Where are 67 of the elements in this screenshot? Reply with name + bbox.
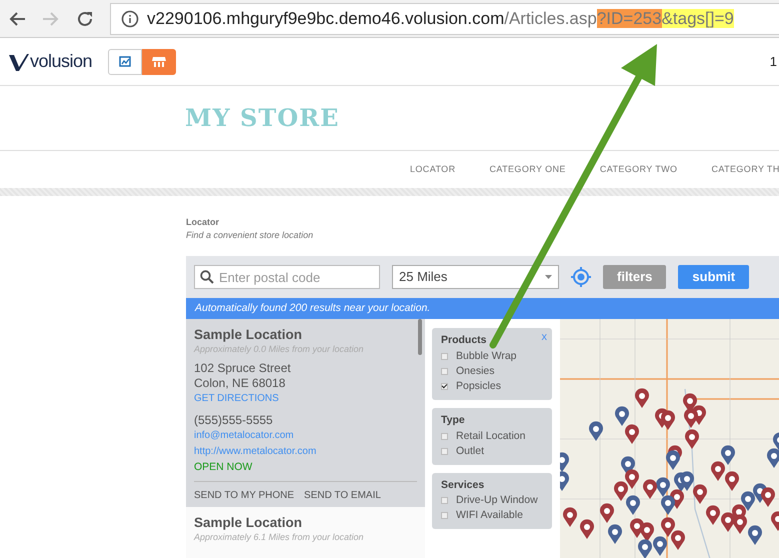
filter-option[interactable]: Outlet — [441, 444, 543, 458]
send-link[interactable]: SEND TO EMAIL — [304, 488, 381, 503]
option-label: Outlet — [456, 444, 484, 458]
caret-icon — [545, 275, 552, 279]
filter-title: Type — [441, 412, 466, 428]
distance-value: 25 Miles — [399, 268, 448, 286]
send-link[interactable]: SEND TO MY PHONE — [194, 488, 294, 503]
store-title: MY STORE — [185, 102, 340, 134]
option-label: Retail Location — [456, 428, 526, 444]
open-status: OPEN NOW — [194, 460, 254, 475]
crosshair-icon — [571, 267, 591, 287]
store-icon — [152, 56, 166, 68]
url-text: v2290106.mhguryf9e9bc.demo46.volusion.com/Articles.asp?ID=253&tags[]=9 — [147, 8, 734, 30]
filter-option[interactable]: Bubble Wrap — [441, 348, 543, 364]
checkbox[interactable] — [441, 512, 448, 520]
checkbox[interactable] — [441, 497, 448, 504]
location-card[interactable] — [186, 319, 425, 507]
street-address: 102 Spruce Street — [194, 361, 292, 376]
filter-option[interactable]: WIFI Available — [441, 508, 543, 524]
locator-title: Locator — [186, 216, 220, 229]
option-label: Onesies — [456, 364, 495, 379]
checkbox[interactable] — [441, 448, 448, 454]
nav-link[interactable]: CATEGORY TH — [711, 162, 779, 176]
info-icon — [121, 10, 139, 28]
reload-icon — [76, 10, 94, 28]
forward-arrow-icon — [42, 10, 60, 26]
option-label: WIFI Available — [456, 508, 523, 524]
nav-link[interactable]: CATEGORY ONE — [489, 162, 566, 176]
search-icon — [200, 270, 214, 284]
results-notice: Automatically found 200 results near your location. — [186, 298, 779, 319]
checkbox[interactable] — [441, 432, 448, 440]
locate-button[interactable] — [571, 267, 591, 287]
option-label: Bubble Wrap — [456, 348, 517, 364]
location-name: Sample Location — [194, 327, 304, 343]
storefront-button[interactable] — [142, 48, 176, 74]
scrollbar-thumb[interactable] — [418, 319, 422, 355]
chart-icon — [119, 56, 132, 67]
filter-option[interactable]: Onesies — [441, 364, 543, 379]
postal-code-field[interactable]: Enter postal code — [194, 265, 380, 289]
checkbox[interactable] — [441, 368, 448, 375]
filter-option[interactable]: Retail Location — [441, 428, 543, 444]
filter-title: Services — [441, 478, 486, 492]
dashboard-button[interactable] — [108, 48, 142, 74]
map-drawing[interactable] — [560, 319, 779, 558]
location-card[interactable]: Sample Location Approximately 6.1 Miles from your location — [186, 507, 425, 553]
location-name: Sample Location — [194, 515, 304, 531]
corner-text: 1 — [770, 52, 777, 71]
submit-button[interactable]: submit — [678, 265, 750, 289]
city-address: Colon, NE 68018 — [194, 376, 286, 391]
volusion-logo: volusion — [8, 48, 92, 75]
address-bar[interactable]: v2290106.mhguryf9e9bc.demo46.volusion.com/Articles.asp?ID=253&tags[]=9 — [110, 2, 779, 34]
back-arrow-icon — [8, 10, 26, 26]
filters-button[interactable]: filters — [603, 265, 666, 289]
checkbox[interactable] — [441, 382, 448, 390]
phone-number: (555)555-5555 — [194, 413, 274, 428]
location-distance: Approximately 6.1 Miles from your location — [194, 531, 365, 543]
option-label: Popsicles — [456, 378, 501, 394]
filter-title: Products — [441, 333, 488, 348]
option-label: Drive-Up Window — [456, 493, 538, 508]
filter-option[interactable]: Drive-Up Window — [441, 493, 543, 508]
v-logo-icon — [8, 52, 30, 70]
filter-option[interactable]: Popsicles — [441, 378, 543, 394]
nav-link[interactable]: LOCATOR — [410, 162, 456, 176]
distance-dropdown[interactable]: 25 Miles — [392, 265, 559, 289]
nav-link[interactable]: CATEGORY TWO — [600, 162, 678, 176]
checkbox[interactable] — [441, 352, 448, 360]
locator-subtitle: Find a convenient store location — [186, 229, 314, 242]
